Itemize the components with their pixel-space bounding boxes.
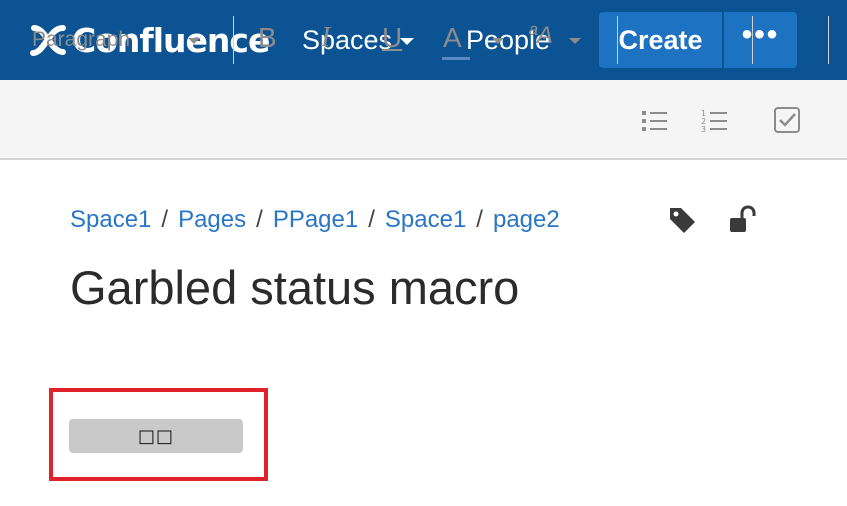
breadcrumb-item[interactable]: Space1 [385,206,466,234]
text-style-button[interactable]: ªA [528,22,553,50]
svg-text:3: 3 [701,125,706,134]
bold-button[interactable]: B [258,22,277,54]
breadcrumb: Space1 / Pages / PPage1 / Space1 / page2 [70,204,560,236]
breadcrumb-separator: / [256,206,263,233]
breadcrumb-item[interactable]: Pages [178,206,246,234]
text-style-icon: ªA [528,22,553,49]
page-title[interactable]: Garbled status macro [70,256,519,320]
breadcrumb-item[interactable]: page2 [493,206,560,234]
create-button-label: Create [618,24,703,55]
paragraph-chevron-down-icon[interactable] [188,38,200,44]
toolbar-divider [752,16,753,64]
more-create-options-button[interactable]: ••• [724,12,797,68]
tag-icon[interactable] [667,205,697,235]
bold-icon: B [258,22,277,53]
breadcrumb-separator: / [161,206,169,233]
underline-button[interactable]: U [382,22,402,54]
status-macro-lozenge[interactable]: □□ [69,419,243,453]
toolbar-divider [233,16,234,64]
unlock-icon[interactable] [728,205,756,235]
task-list-icon[interactable] [773,106,803,136]
status-macro-text: □□ [137,425,174,447]
toolbar-divider [828,16,829,64]
toolbar-divider [617,16,618,64]
underline-icon: U [382,22,403,53]
text-color-icon: A [443,22,462,53]
breadcrumb-item[interactable]: Space1 [70,206,151,234]
breadcrumb-separator: / [476,206,483,233]
italic-icon: I [321,22,331,53]
bullet-list-icon[interactable] [641,108,669,134]
text-style-chevron-down-icon[interactable] [569,38,581,44]
text-color-button[interactable]: A [443,22,462,54]
italic-button[interactable]: I [321,22,330,54]
paragraph-format-label: Paragraph [32,28,131,51]
paragraph-format-dropdown[interactable]: Paragraph [32,26,130,54]
text-color-chevron-down-icon[interactable] [492,38,504,44]
numbered-list-icon[interactable]: 1 2 3 [701,108,729,134]
more-dots-icon: ••• [741,18,780,51]
breadcrumb-separator: / [368,206,375,233]
text-color-swatch [442,57,470,60]
nav-spaces-label: Spaces [302,25,393,55]
breadcrumb-item[interactable]: PPage1 [273,206,358,234]
